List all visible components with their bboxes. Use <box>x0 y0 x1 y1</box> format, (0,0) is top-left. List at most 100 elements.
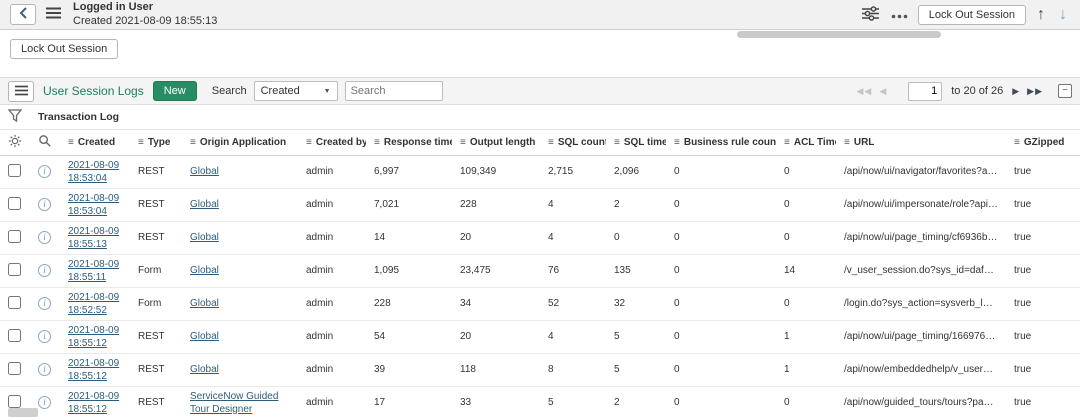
column-menu-icon[interactable]: ≡ <box>548 137 554 148</box>
column-header[interactable]: ≡SQL count <box>540 129 606 155</box>
column-header[interactable]: ≡SQL time <box>606 129 666 155</box>
column-header[interactable]: ≡Business rule count <box>666 129 776 155</box>
info-icon[interactable]: i <box>38 165 51 178</box>
list-title[interactable]: User Session Logs <box>43 84 144 98</box>
url-cell: /login.do?sys_action=sysverb_login&user_… <box>836 287 1006 320</box>
row-checkbox[interactable] <box>8 164 21 177</box>
back-button[interactable] <box>10 4 36 25</box>
previous-record-arrow-icon[interactable]: ↑ <box>1034 7 1048 23</box>
record-subtitle: Created 2021-08-09 18:55:13 <box>73 15 217 28</box>
column-header[interactable]: ≡URL <box>836 129 1006 155</box>
table-row[interactable]: i 2021-08-09 18:55:12 REST Global admin … <box>0 320 1080 353</box>
lock-out-session-button-header[interactable]: Lock Out Session <box>918 5 1026 25</box>
origin-application-link[interactable]: Global <box>190 232 219 243</box>
info-icon[interactable]: i <box>38 330 51 343</box>
column-menu-icon[interactable]: ≡ <box>1014 137 1020 148</box>
collapse-list-button[interactable]: − <box>1058 84 1072 98</box>
row-checkbox[interactable] <box>8 395 21 408</box>
created-link[interactable]: 2021-08-09 18:53:04 <box>68 192 122 218</box>
created-link[interactable]: 2021-08-09 18:55:12 <box>68 357 122 383</box>
table-row[interactable]: i 2021-08-09 18:53:04 REST Global admin … <box>0 188 1080 221</box>
table-row[interactable]: i 2021-08-09 18:55:13 REST Global admin … <box>0 221 1080 254</box>
column-menu-icon[interactable]: ≡ <box>138 137 144 148</box>
column-header[interactable]: ≡Created by <box>298 129 366 155</box>
origin-application-link[interactable]: Global <box>190 298 219 309</box>
form-context-menu-button[interactable] <box>44 7 63 22</box>
output-length-cell: 109,349 <box>452 155 540 188</box>
info-icon[interactable]: i <box>38 297 51 310</box>
search-input[interactable] <box>345 81 443 101</box>
origin-application-link[interactable]: ServiceNow Guided Tour Designer <box>190 391 278 415</box>
created-by-cell: admin <box>298 221 366 254</box>
page-number-input[interactable] <box>908 82 942 101</box>
search-icon[interactable] <box>38 139 51 150</box>
info-icon[interactable]: i <box>38 396 51 409</box>
origin-application-link[interactable]: Global <box>190 331 219 342</box>
lock-out-session-button[interactable]: Lock Out Session <box>10 39 118 59</box>
next-page-button[interactable]: ▶ <box>1012 86 1020 97</box>
more-options-button[interactable] <box>889 7 910 22</box>
created-link[interactable]: 2021-08-09 18:55:11 <box>68 258 122 284</box>
origin-application-link[interactable]: Global <box>190 199 219 210</box>
row-checkbox[interactable] <box>8 263 21 276</box>
row-checkbox[interactable] <box>8 197 21 210</box>
column-header[interactable]: ≡GZipped <box>1006 129 1080 155</box>
row-checkbox[interactable] <box>8 230 21 243</box>
created-link[interactable]: 2021-08-09 18:55:12 <box>68 324 122 350</box>
column-menu-icon[interactable]: ≡ <box>614 137 620 148</box>
row-checkbox[interactable] <box>8 329 21 342</box>
info-icon[interactable]: i <box>38 198 51 211</box>
row-checkbox[interactable] <box>8 362 21 375</box>
column-menu-icon[interactable]: ≡ <box>844 137 850 148</box>
column-header[interactable]: ≡Created <box>60 129 130 155</box>
info-icon[interactable]: i <box>38 363 51 376</box>
created-link[interactable]: 2021-08-09 18:53:04 <box>68 159 122 185</box>
column-menu-icon[interactable]: ≡ <box>190 137 196 148</box>
row-checkbox[interactable] <box>8 296 21 309</box>
created-link[interactable]: 2021-08-09 18:55:13 <box>68 225 122 251</box>
column-menu-icon[interactable]: ≡ <box>784 137 790 148</box>
created-link[interactable]: 2021-08-09 18:52:52 <box>68 291 122 317</box>
next-record-arrow-icon[interactable]: ↓ <box>1056 7 1070 23</box>
column-header[interactable]: ≡Origin Application <box>182 129 298 155</box>
column-menu-icon[interactable]: ≡ <box>374 137 380 148</box>
column-menu-icon[interactable]: ≡ <box>68 137 74 148</box>
gzipped-cell: true <box>1006 320 1080 353</box>
table-row[interactable]: i 2021-08-09 18:55:11 Form Global admin … <box>0 254 1080 287</box>
column-header[interactable]: ≡Output length <box>452 129 540 155</box>
created-by-cell: admin <box>298 320 366 353</box>
created-link[interactable]: 2021-08-09 18:55:12 <box>68 390 122 416</box>
table-row[interactable]: i 2021-08-09 18:53:04 REST Global admin … <box>0 155 1080 188</box>
new-button[interactable]: New <box>153 81 197 101</box>
column-menu-icon[interactable]: ≡ <box>674 137 680 148</box>
origin-application-link[interactable]: Global <box>190 265 219 276</box>
horizontal-scrollbar-thumb[interactable] <box>737 31 941 38</box>
created-date: 2021-08-09 <box>68 225 122 238</box>
column-menu-icon[interactable]: ≡ <box>460 137 466 148</box>
business-rule-count-cell: 0 <box>666 353 776 386</box>
column-header-row: ≡Created≡Type≡Origin Application≡Created… <box>0 129 1080 155</box>
column-header[interactable]: ≡Response time <box>366 129 452 155</box>
previous-page-button[interactable]: ◀ <box>879 86 887 97</box>
personalize-form-button[interactable] <box>860 6 881 24</box>
info-icon[interactable]: i <box>38 264 51 277</box>
table-row[interactable]: i 2021-08-09 18:52:52 Form Global admin … <box>0 287 1080 320</box>
last-page-button[interactable]: ▶▶ <box>1027 86 1043 97</box>
search-field-select[interactable]: Created ▼ <box>254 81 338 101</box>
acl-time-cell: 1 <box>776 353 836 386</box>
first-page-button[interactable]: ◀◀ <box>856 86 872 97</box>
filter-icon[interactable] <box>8 114 22 125</box>
origin-application-link[interactable]: Global <box>190 166 219 177</box>
bottom-scrollbar-thumb[interactable] <box>8 408 38 417</box>
column-header[interactable]: ≡ACL Time <box>776 129 836 155</box>
info-icon[interactable]: i <box>38 231 51 244</box>
list-context-menu-button[interactable] <box>8 81 34 102</box>
table-row[interactable]: i 2021-08-09 18:55:12 REST Global admin … <box>0 353 1080 386</box>
origin-application-link[interactable]: Global <box>190 364 219 375</box>
table-row[interactable]: i 2021-08-09 18:55:12 REST ServiceNow Gu… <box>0 386 1080 419</box>
sql-time-cell: 135 <box>606 254 666 287</box>
column-header[interactable]: ≡Type <box>130 129 182 155</box>
gear-icon[interactable] <box>8 140 22 151</box>
column-menu-icon[interactable]: ≡ <box>306 137 312 148</box>
created-by-cell: admin <box>298 188 366 221</box>
